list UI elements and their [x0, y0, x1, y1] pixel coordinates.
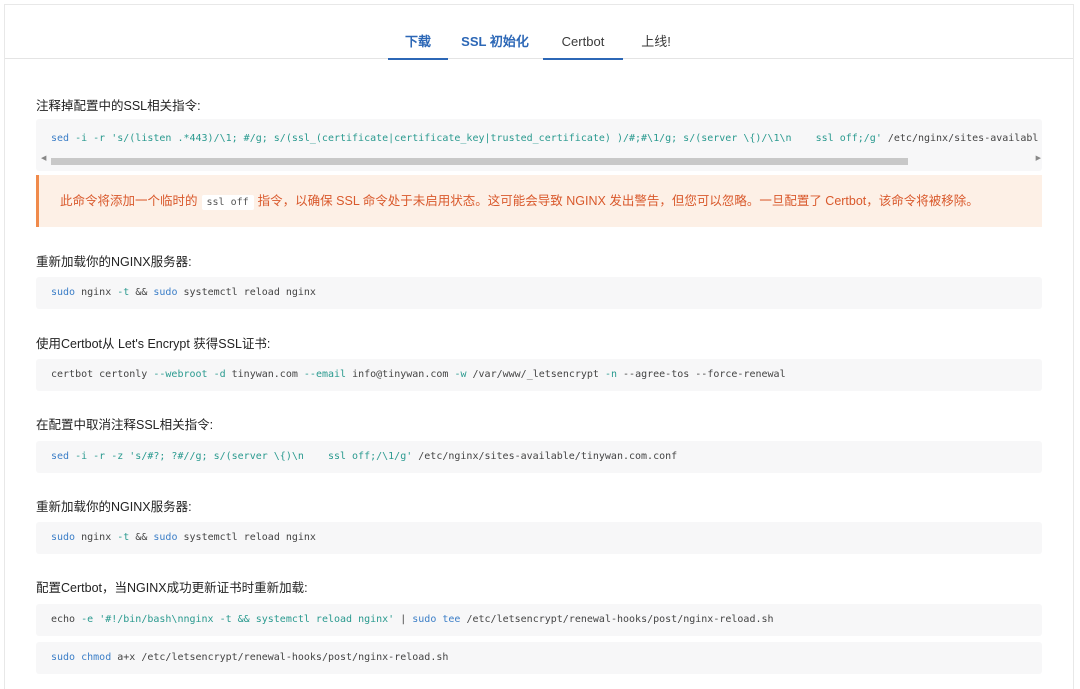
code-token: -t	[117, 287, 130, 298]
code-reload-nginx-2[interactable]: sudo nginx -t && sudo systemctl reload n…	[36, 522, 1042, 554]
code-token: tinywan.com	[225, 369, 304, 380]
code-token: sudo	[51, 652, 76, 663]
horizontal-scrollbar[interactable]: ◀ ▶	[41, 154, 1041, 166]
code-token: 's/#?; ?#//g; s/(server \{)\n ssl off;/\…	[129, 451, 413, 462]
tab-download[interactable]: 下载	[388, 5, 448, 60]
code-token: -w	[454, 369, 467, 380]
code-token: 's/(listen .*443)/\1; #/g; s/(ssl_(certi…	[111, 133, 882, 144]
code-token: nginx	[75, 287, 118, 298]
tab-download-underline	[388, 58, 448, 60]
code-token: sudo	[51, 287, 76, 298]
code-token: -n	[604, 369, 618, 380]
code-uncomment-ssl[interactable]: sed -i -r -z 's/#?; ?#//g; s/(server \{)…	[36, 441, 1042, 473]
warning-text-before: 此命令将添加一个临时的	[60, 194, 198, 208]
code-token: sed	[51, 451, 70, 462]
code-token: sudo	[153, 287, 178, 298]
code-token: /etc/nginx/sites-availabl	[881, 133, 1039, 144]
tab-ssl-init[interactable]: SSL 初始化	[451, 5, 539, 59]
code-token: --email	[303, 369, 347, 380]
code-token: a+x /etc/letsencrypt/renewal-hooks/post/…	[111, 652, 449, 663]
heading-obtain-cert: 使用Certbot从 Let's Encrypt 获得SSL证书:	[36, 337, 271, 351]
tab-go-live[interactable]: 上线!	[626, 5, 686, 59]
code-token: |	[394, 614, 413, 625]
content-frame: 下载 SSL 初始化 Certbot 上线! 注释掉配置中的SSL相关指令: s…	[4, 4, 1074, 689]
code-token: -t	[117, 532, 130, 543]
code-reload-nginx-1[interactable]: sudo nginx -t && sudo systemctl reload n…	[36, 277, 1042, 309]
code-token: sed	[51, 133, 70, 144]
code-token: sudo	[153, 532, 178, 543]
scroll-left-icon[interactable]: ◀	[41, 154, 46, 162]
code-token: tee	[442, 614, 461, 625]
code-token: echo	[51, 614, 82, 625]
heading-renewal-hook: 配置Certbot，当NGINX成功更新证书时重新加载:	[36, 581, 308, 595]
code-token: &&	[129, 287, 154, 298]
heading-uncomment-ssl: 在配置中取消注释SSL相关指令:	[36, 418, 214, 432]
scrollbar-thumb[interactable]	[51, 158, 908, 165]
code-chmod-hook[interactable]: sudo chmod a+x /etc/letsencrypt/renewal-…	[36, 642, 1042, 674]
warning-callout: 此命令将添加一个临时的 ssl off 指令，以确保 SSL 命令处于未启用状态。这…	[36, 175, 1042, 227]
code-token: -i -r	[69, 133, 112, 144]
heading-comment-ssl: 注释掉配置中的SSL相关指令:	[36, 99, 201, 113]
tab-go-live-label: 上线!	[641, 34, 671, 49]
code-token: sudo	[412, 614, 437, 625]
code-token: certbot certonly	[51, 369, 154, 380]
code-token: systemctl reload nginx	[177, 532, 316, 543]
scroll-right-icon[interactable]: ▶	[1036, 154, 1041, 162]
code-certbot-certonly[interactable]: certbot certonly --webroot -d tinywan.co…	[36, 359, 1042, 391]
warning-text-after: 指令，以确保 SSL 命令处于未启用状态。这可能会导致 NGINX 发出警告，但…	[257, 194, 979, 208]
code-token: -i -r -z	[69, 451, 130, 462]
code-token: info@tinywan.com	[346, 369, 455, 380]
code-token: &&	[129, 532, 154, 543]
code-token: chmod	[81, 652, 112, 663]
code-token: '#!/bin/bash\nnginx -t && systemctl relo…	[99, 614, 395, 625]
code-token: -e	[81, 614, 94, 625]
tab-certbot[interactable]: Certbot	[543, 5, 623, 60]
code-token: nginx	[75, 532, 118, 543]
warning-inline-code: ssl off	[201, 195, 254, 210]
code-create-hook[interactable]: echo -e '#!/bin/bash\nnginx -t && system…	[36, 604, 1042, 636]
heading-reload-nginx-1: 重新加载你的NGINX服务器:	[36, 255, 192, 269]
code-token: -d	[213, 369, 226, 380]
code-token: /etc/nginx/sites-available/tinywan.com.c…	[412, 451, 678, 462]
tab-bar: 下载 SSL 初始化 Certbot 上线!	[5, 5, 1073, 60]
code-token: systemctl reload nginx	[177, 287, 316, 298]
tab-ssl-init-label: SSL 初始化	[461, 34, 529, 49]
tab-certbot-underline	[543, 58, 623, 60]
heading-reload-nginx-2: 重新加载你的NGINX服务器:	[36, 500, 192, 514]
tab-certbot-label: Certbot	[561, 34, 605, 49]
code-token: /etc/letsencrypt/renewal-hooks/post/ngin…	[460, 614, 774, 625]
code-token: /var/www/_letsencrypt	[466, 369, 605, 380]
code-token: sudo	[51, 532, 76, 543]
code-token: --webroot	[153, 369, 208, 380]
code-token: --agree-tos --force-renewal	[617, 369, 786, 380]
tab-download-label: 下载	[404, 34, 431, 49]
